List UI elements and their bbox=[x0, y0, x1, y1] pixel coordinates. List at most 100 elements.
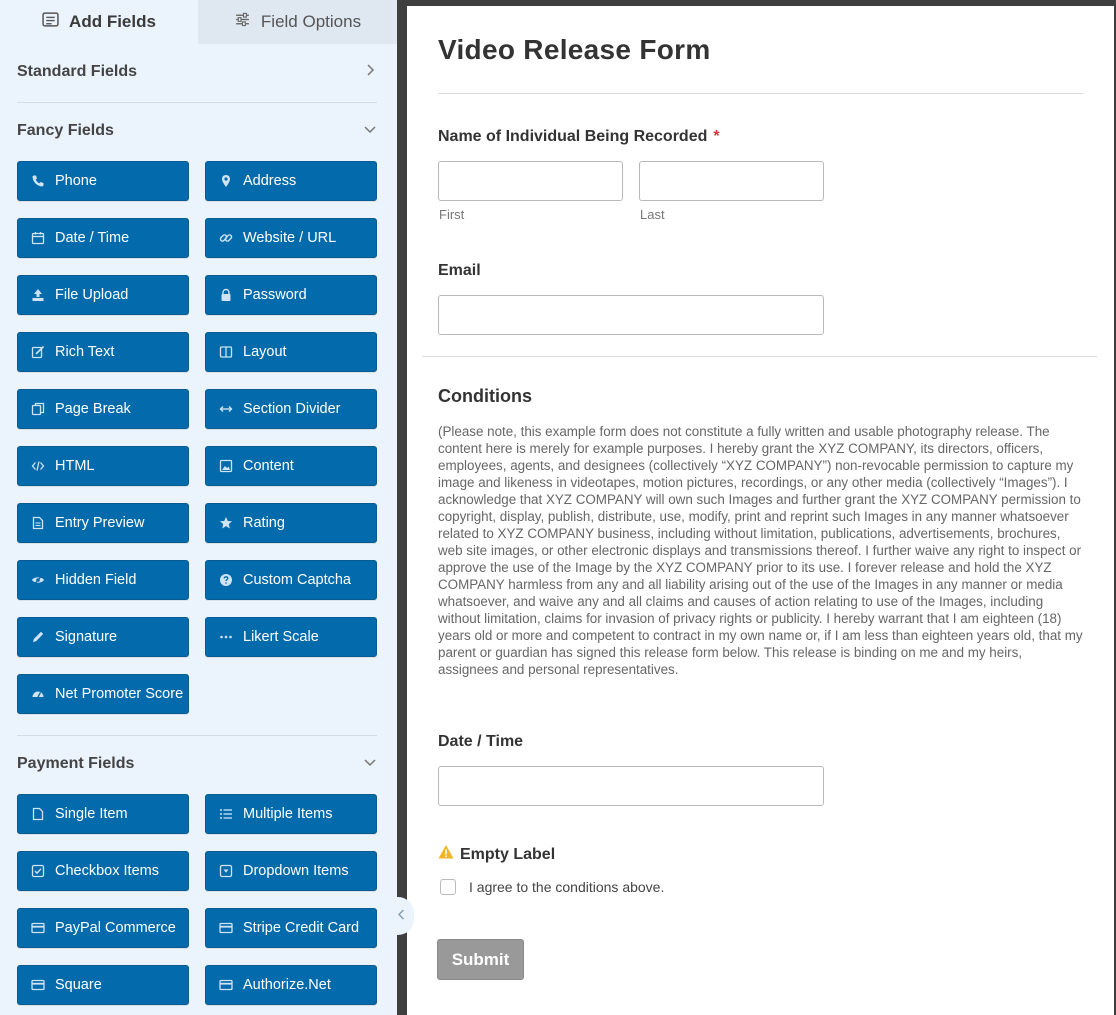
date-input[interactable] bbox=[438, 766, 824, 806]
field-button-stripe-credit-card[interactable]: Stripe Credit Card bbox=[205, 908, 377, 948]
field-button-address[interactable]: Address bbox=[205, 161, 377, 201]
conditions-title[interactable]: Conditions bbox=[438, 386, 532, 407]
field-button-likert-scale[interactable]: Likert Scale bbox=[205, 617, 377, 657]
field-button-label: Layout bbox=[243, 344, 287, 360]
conditions-text: (Please note, this example form does not… bbox=[438, 424, 1083, 677]
field-button-label: Dropdown Items bbox=[243, 863, 349, 879]
tab-add-fields[interactable]: Add Fields bbox=[0, 0, 198, 44]
name-field-label[interactable]: Name of Individual Being Recorded * bbox=[438, 128, 720, 146]
field-button-html[interactable]: HTML bbox=[17, 446, 189, 486]
file-icon bbox=[31, 807, 45, 821]
field-button-label: Entry Preview bbox=[55, 515, 145, 531]
link-icon bbox=[219, 231, 233, 245]
field-button-label: Hidden Field bbox=[55, 572, 137, 588]
first-sublabel: First bbox=[439, 207, 465, 222]
pencil-icon bbox=[31, 630, 45, 644]
section-divider bbox=[17, 735, 377, 736]
chevron-down-icon bbox=[363, 122, 377, 141]
collapse-panel-toggle[interactable] bbox=[388, 897, 414, 935]
field-button-label: Content bbox=[243, 458, 294, 474]
field-button-checkbox-items[interactable]: Checkbox Items bbox=[17, 851, 189, 891]
date-field-label[interactable]: Date / Time bbox=[438, 733, 523, 751]
field-button-square[interactable]: Square bbox=[17, 965, 189, 1005]
field-button-label: Rich Text bbox=[55, 344, 115, 360]
field-button-content[interactable]: Content bbox=[205, 446, 377, 486]
agree-checkbox[interactable] bbox=[440, 879, 456, 895]
checkbox-field-label[interactable]: Empty Label bbox=[438, 844, 555, 865]
field-button-rating[interactable]: Rating bbox=[205, 503, 377, 543]
field-button-multiple-items[interactable]: Multiple Items bbox=[205, 794, 377, 834]
field-button-label: File Upload bbox=[55, 287, 129, 303]
sliders-icon bbox=[234, 11, 251, 33]
field-button-label: Rating bbox=[243, 515, 285, 531]
title-divider bbox=[438, 93, 1083, 94]
field-button-rich-text[interactable]: Rich Text bbox=[17, 332, 189, 372]
field-button-section-divider[interactable]: Section Divider bbox=[205, 389, 377, 429]
field-button-label: Date / Time bbox=[55, 230, 130, 246]
field-button-label: Section Divider bbox=[243, 401, 341, 417]
agree-checkbox-label[interactable]: I agree to the conditions above. bbox=[469, 879, 664, 895]
field-button-hidden-field[interactable]: Hidden Field bbox=[17, 560, 189, 600]
file-text-icon bbox=[31, 516, 45, 530]
submit-button[interactable]: Submit bbox=[437, 939, 524, 980]
field-button-date-time[interactable]: Date / Time bbox=[17, 218, 189, 258]
field-button-label: Password bbox=[243, 287, 307, 303]
question-circle-icon bbox=[219, 573, 233, 587]
field-button-page-break[interactable]: Page Break bbox=[17, 389, 189, 429]
last-sublabel: Last bbox=[640, 207, 665, 222]
field-button-layout[interactable]: Layout bbox=[205, 332, 377, 372]
calendar-icon bbox=[31, 231, 45, 245]
last-name-input[interactable] bbox=[639, 161, 824, 201]
first-name-input[interactable] bbox=[438, 161, 623, 201]
payment-fields-header[interactable]: Payment Fields bbox=[17, 752, 377, 776]
ellipsis-icon bbox=[219, 630, 233, 644]
list-ul-icon bbox=[219, 807, 233, 821]
copy-icon bbox=[31, 402, 45, 416]
email-field-label[interactable]: Email bbox=[438, 262, 481, 280]
field-button-label: Checkbox Items bbox=[55, 863, 159, 879]
field-button-label: Page Break bbox=[55, 401, 131, 417]
standard-fields-header[interactable]: Standard Fields bbox=[17, 60, 377, 84]
fancy-fields-header[interactable]: Fancy Fields bbox=[17, 119, 377, 143]
credit-card-icon bbox=[219, 921, 233, 935]
field-button-net-promoter-score[interactable]: Net Promoter Score bbox=[17, 674, 189, 714]
code-icon bbox=[31, 459, 45, 473]
field-button-paypal-commerce[interactable]: PayPal Commerce bbox=[17, 908, 189, 948]
upload-icon bbox=[31, 288, 45, 302]
field-button-label: Phone bbox=[55, 173, 97, 189]
warning-icon bbox=[438, 844, 454, 865]
field-button-password[interactable]: Password bbox=[205, 275, 377, 315]
field-button-single-item[interactable]: Single Item bbox=[17, 794, 189, 834]
field-button-custom-captcha[interactable]: Custom Captcha bbox=[205, 560, 377, 600]
standard-fields-title: Standard Fields bbox=[17, 63, 138, 80]
field-button-label: Stripe Credit Card bbox=[243, 920, 360, 936]
tab-field-options[interactable]: Field Options bbox=[198, 0, 397, 44]
field-button-label: HTML bbox=[55, 458, 95, 474]
eye-slash-icon bbox=[31, 573, 45, 587]
required-asterisk: * bbox=[713, 128, 720, 145]
form-title: Video Release Form bbox=[438, 34, 711, 65]
field-button-label: Multiple Items bbox=[243, 806, 333, 822]
field-button-file-upload[interactable]: File Upload bbox=[17, 275, 189, 315]
chevron-left-icon bbox=[396, 907, 407, 925]
chevron-down-icon bbox=[363, 755, 377, 774]
fancy-fields-title: Fancy Fields bbox=[17, 122, 114, 139]
field-button-signature[interactable]: Signature bbox=[17, 617, 189, 657]
field-button-entry-preview[interactable]: Entry Preview bbox=[17, 503, 189, 543]
field-button-label: Likert Scale bbox=[243, 629, 319, 645]
field-button-website-url[interactable]: Website / URL bbox=[205, 218, 377, 258]
map-pin-icon bbox=[219, 174, 233, 188]
field-divider bbox=[422, 356, 1097, 357]
star-icon bbox=[219, 516, 233, 530]
field-button-phone[interactable]: Phone bbox=[17, 161, 189, 201]
name-label-text: Name of Individual Being Recorded bbox=[438, 128, 708, 145]
credit-card-icon bbox=[219, 978, 233, 992]
edit-icon bbox=[31, 345, 45, 359]
columns-icon bbox=[219, 345, 233, 359]
field-button-authorize-net[interactable]: Authorize.Net bbox=[205, 965, 377, 1005]
email-input[interactable] bbox=[438, 295, 824, 335]
credit-card-icon bbox=[31, 921, 45, 935]
credit-card-icon bbox=[31, 978, 45, 992]
field-button-dropdown-items[interactable]: Dropdown Items bbox=[205, 851, 377, 891]
image-icon bbox=[219, 459, 233, 473]
